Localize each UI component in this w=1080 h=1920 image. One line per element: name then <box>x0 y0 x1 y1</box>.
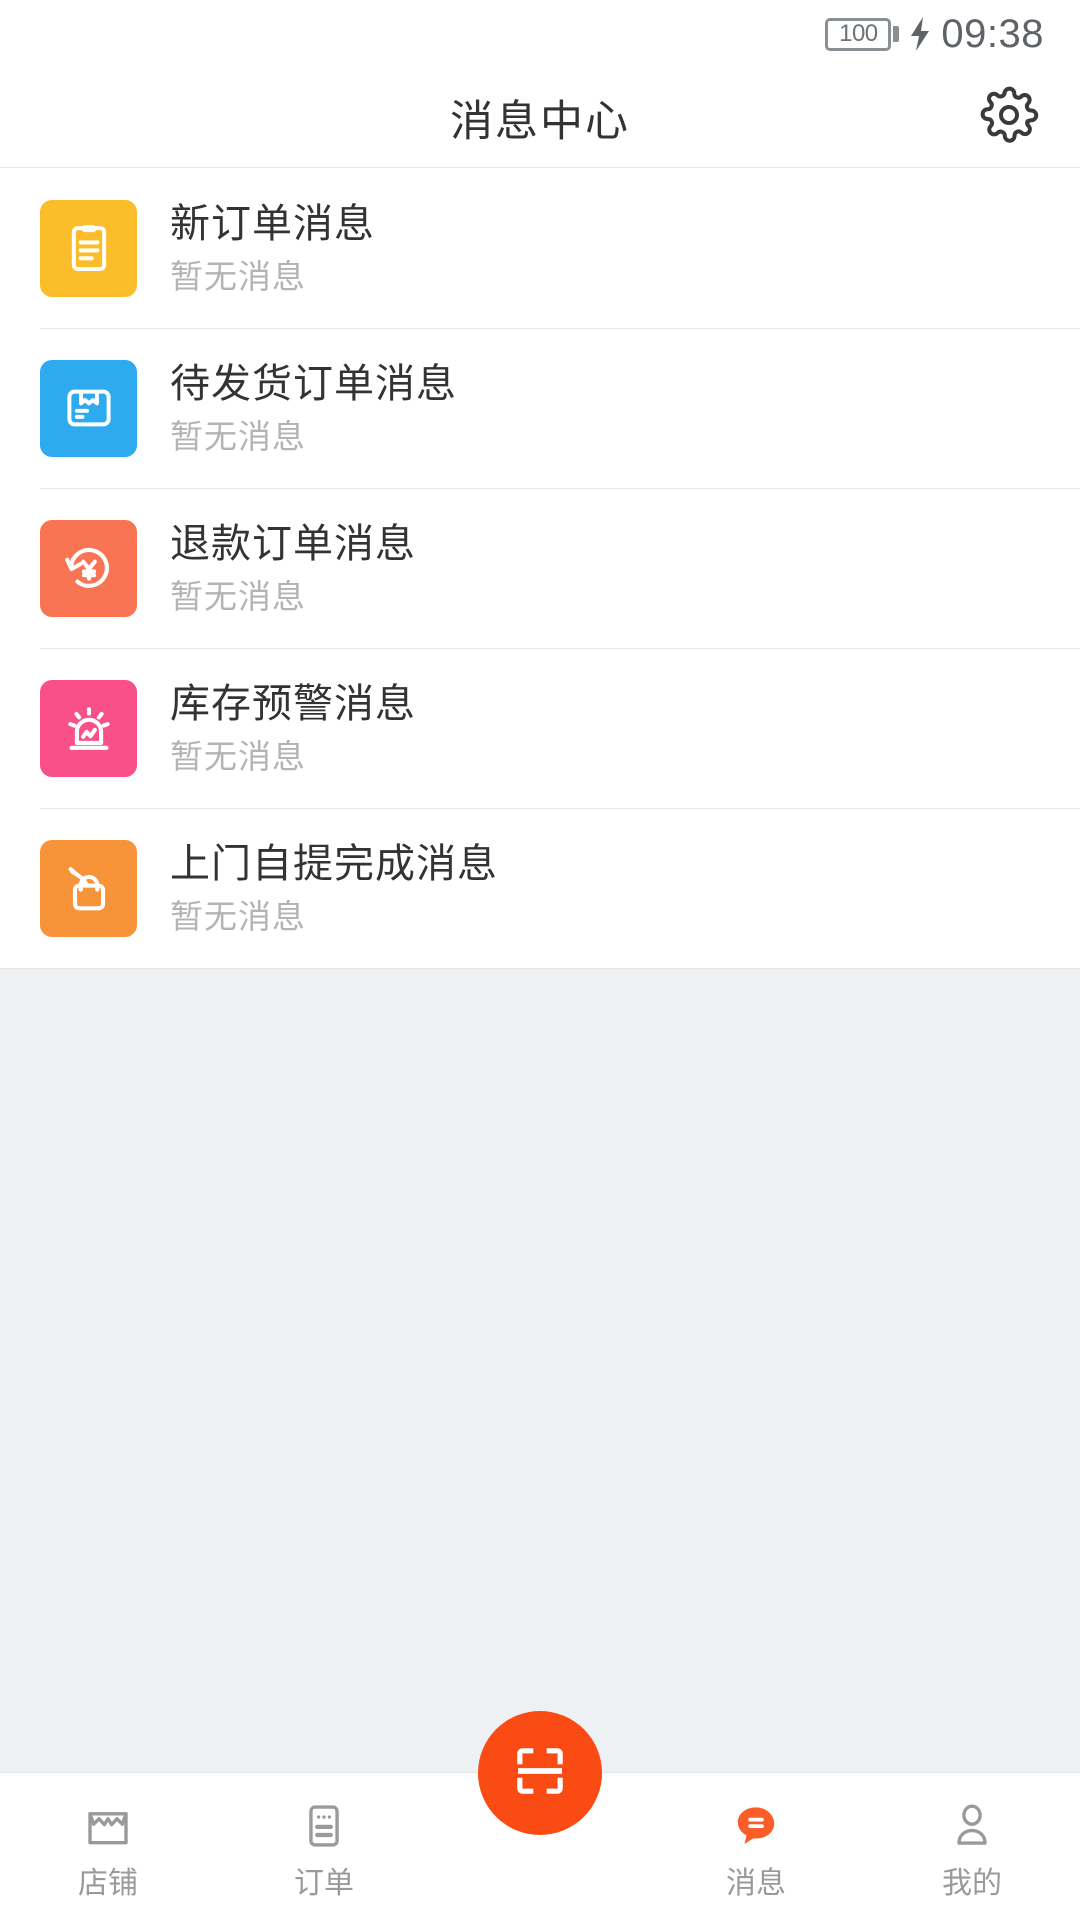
message-list: 新订单消息 暂无消息 待发货订单消息 暂无消息 退款订单消息 暂无消息 库存预警… <box>0 168 1080 968</box>
list-item[interactable]: 新订单消息 暂无消息 <box>0 168 1080 328</box>
page-header: 消息中心 <box>0 68 1080 168</box>
battery-icon: 100 <box>825 17 900 51</box>
tab-shop[interactable]: 店铺 <box>0 1773 216 1920</box>
status-bar-clock: 09:38 <box>941 11 1044 56</box>
list-item-subtitle: 暂无消息 <box>170 577 306 615</box>
tab-profile[interactable]: 我的 <box>864 1773 1080 1920</box>
list-item-subtitle: 暂无消息 <box>170 897 306 935</box>
list-item-title: 待发货订单消息 <box>170 361 457 406</box>
order-list-icon <box>297 1795 351 1857</box>
empty-area <box>0 969 1080 1464</box>
tab-label: 订单 <box>294 1867 354 1900</box>
list-item[interactable]: 上门自提完成消息 暂无消息 <box>0 808 1080 968</box>
list-item[interactable]: 库存预警消息 暂无消息 <box>0 648 1080 808</box>
status-bar: 100 09:38 <box>0 0 1080 68</box>
list-item-title: 退款订单消息 <box>170 521 416 566</box>
list-item-title: 库存预警消息 <box>170 681 416 726</box>
pickup-bag-icon <box>40 839 137 937</box>
page-title: 消息中心 <box>450 97 630 146</box>
tab-label: 店铺 <box>78 1867 138 1900</box>
list-item[interactable]: 待发货订单消息 暂无消息 <box>0 328 1080 488</box>
package-box-icon <box>40 359 137 457</box>
scan-qr-icon <box>509 1740 571 1807</box>
gear-icon <box>979 85 1039 150</box>
shop-icon <box>81 1795 135 1857</box>
tab-messages[interactable]: 消息 <box>648 1773 864 1920</box>
app-screen: 100 09:38 消息中心 新订单消息 暂无消息 待发货订单消息 暂无消息 退… <box>0 0 1080 1920</box>
list-item-title: 上门自提完成消息 <box>170 841 498 886</box>
charging-bolt-icon <box>909 17 931 51</box>
list-item-title: 新订单消息 <box>170 201 375 246</box>
list-item-subtitle: 暂无消息 <box>170 737 306 775</box>
list-item-subtitle: 暂无消息 <box>170 257 306 295</box>
bottom-tab-bar: 店铺 订单 消息 我的 <box>0 1711 1080 1920</box>
tab-orders[interactable]: 订单 <box>216 1773 432 1920</box>
list-item-subtitle: 暂无消息 <box>170 417 306 455</box>
tab-scan[interactable] <box>432 1711 648 1920</box>
scan-button[interactable] <box>478 1711 602 1835</box>
settings-button[interactable] <box>974 83 1044 153</box>
clipboard-icon <box>40 199 137 297</box>
battery-level-text: 100 <box>839 20 878 47</box>
list-item[interactable]: 退款订单消息 暂无消息 <box>0 488 1080 648</box>
tab-label: 消息 <box>726 1867 786 1900</box>
alarm-siren-icon <box>40 679 137 777</box>
refund-yuan-icon <box>40 519 137 617</box>
tab-label: 我的 <box>942 1867 1002 1900</box>
message-bubble-icon <box>730 1795 782 1857</box>
user-profile-icon <box>945 1795 999 1857</box>
